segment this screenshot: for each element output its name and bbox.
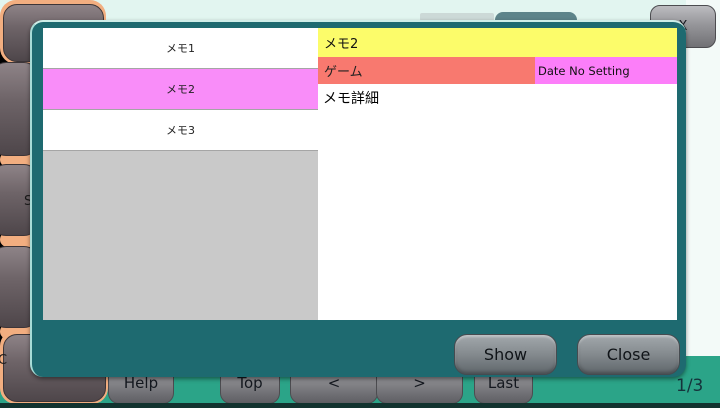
memo-list-item[interactable]: メモ1 (43, 28, 318, 69)
show-button[interactable]: Show (454, 334, 557, 375)
show-button-label: Show (484, 345, 527, 364)
close-button-label: Close (607, 345, 651, 364)
memo-detail-meta: ゲーム Date No Setting (318, 57, 677, 84)
memo-detail-panel: メモ2 ゲーム Date No Setting メモ詳細 (318, 28, 677, 320)
background-right-column (684, 0, 720, 403)
screen-bottom-edge (0, 403, 720, 408)
page-indicator: 1/3 (676, 376, 703, 396)
memo-detail-title: メモ2 (318, 28, 677, 57)
memo-date-status: Date No Setting (535, 57, 677, 84)
sidebar-button-5-label: C (0, 353, 7, 368)
app-screen: S C Help Top < > Last 1/3 X メモ1 メモ2 メモ3 … (0, 0, 720, 408)
memo-category: ゲーム (318, 57, 535, 84)
memo-list-item[interactable]: メモ2 (43, 69, 318, 110)
memo-dialog: メモ1 メモ2 メモ3 メモ2 ゲーム Date No Setting メモ詳細… (30, 20, 686, 377)
memo-detail-body: メモ詳細 (318, 84, 677, 320)
close-button[interactable]: Close (577, 334, 680, 375)
memo-list: メモ1 メモ2 メモ3 (43, 28, 318, 320)
memo-list-empty-area (43, 151, 318, 320)
memo-list-item[interactable]: メモ3 (43, 110, 318, 151)
